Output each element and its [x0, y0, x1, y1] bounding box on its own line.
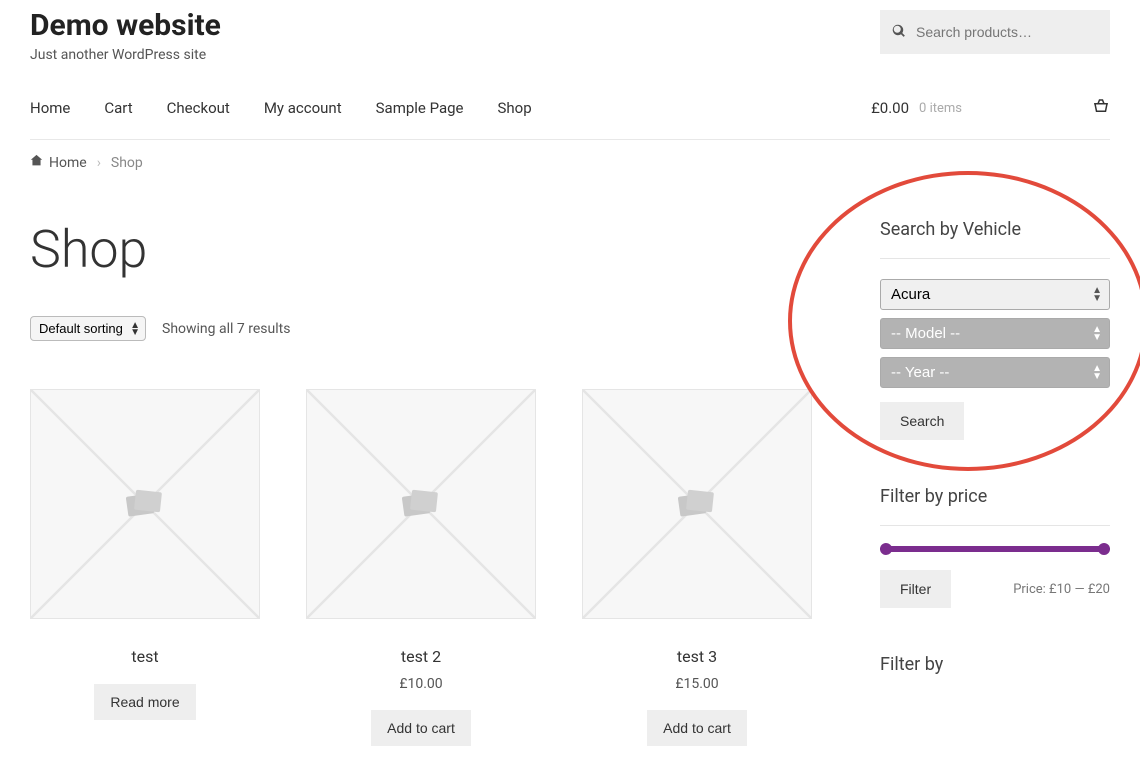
- product-price: £15.00: [582, 676, 812, 692]
- search-input[interactable]: [916, 24, 1098, 40]
- product-name: test 3: [582, 647, 812, 666]
- product-card[interactable]: test Read more: [30, 389, 260, 746]
- vehicle-model-select[interactable]: -- Model --: [880, 318, 1110, 349]
- primary-nav: Home Cart Checkout My account Sample Pag…: [30, 97, 1110, 140]
- product-placeholder-image[interactable]: [306, 389, 536, 619]
- breadcrumb-current: Shop: [111, 155, 143, 171]
- nav-checkout[interactable]: Checkout: [167, 99, 230, 117]
- filter-by-widget: Filter by: [880, 654, 1110, 675]
- search-icon: [892, 23, 916, 42]
- breadcrumb-home-label: Home: [49, 155, 87, 171]
- breadcrumb: Home › Shop: [30, 140, 1110, 185]
- page-title: Shop: [30, 219, 834, 280]
- price-range-label: Price: £10 — £20: [1013, 582, 1110, 597]
- nav-cart[interactable]: Cart: [104, 99, 132, 117]
- cart-item-count: 0 items: [919, 101, 962, 116]
- vehicle-year-select[interactable]: -- Year --: [880, 357, 1110, 388]
- nav-home[interactable]: Home: [30, 99, 70, 117]
- cart-summary[interactable]: £0.00 0 items: [871, 97, 1110, 119]
- filter-by-price-widget: Filter by price Filter Price: £10 — £20: [880, 486, 1110, 608]
- sidebar: Search by Vehicle Acura ▲▼ -- Model -- ▲…: [880, 219, 1110, 746]
- widget-title: Search by Vehicle: [880, 219, 1110, 240]
- read-more-button[interactable]: Read more: [94, 684, 195, 720]
- site-branding: Demo website Just another WordPress site: [30, 8, 221, 63]
- breadcrumb-home[interactable]: Home: [30, 154, 87, 171]
- image-placeholder-icon: [125, 489, 165, 519]
- product-placeholder-image[interactable]: [582, 389, 812, 619]
- cart-amount: £0.00: [871, 99, 909, 117]
- widget-divider: [880, 258, 1110, 259]
- add-to-cart-button[interactable]: Add to cart: [647, 710, 747, 746]
- site-tagline: Just another WordPress site: [30, 47, 221, 63]
- home-icon: [30, 154, 43, 171]
- slider-handle-min[interactable]: [880, 543, 892, 555]
- add-to-cart-button[interactable]: Add to cart: [371, 710, 471, 746]
- product-card[interactable]: test 3 £15.00 Add to cart: [582, 389, 812, 746]
- widget-title: Filter by: [880, 654, 1110, 675]
- widget-divider: [880, 525, 1110, 526]
- site-title[interactable]: Demo website: [30, 8, 221, 43]
- sorting-select[interactable]: Default sorting: [30, 316, 146, 341]
- breadcrumb-separator: ›: [97, 155, 101, 171]
- product-search[interactable]: [880, 10, 1110, 54]
- product-price: £10.00: [306, 676, 536, 692]
- product-placeholder-image[interactable]: [30, 389, 260, 619]
- search-by-vehicle-widget: Search by Vehicle Acura ▲▼ -- Model -- ▲…: [880, 219, 1110, 440]
- image-placeholder-icon: [677, 489, 717, 519]
- product-card[interactable]: test 2 £10.00 Add to cart: [306, 389, 536, 746]
- basket-icon: [1092, 97, 1110, 119]
- product-name: test 2: [306, 647, 536, 666]
- slider-handle-max[interactable]: [1098, 543, 1110, 555]
- nav-my-account[interactable]: My account: [264, 99, 342, 117]
- image-placeholder-icon: [401, 489, 441, 519]
- main-content: Shop Default sorting ▲▼ Showing all 7 re…: [30, 219, 834, 746]
- nav-shop[interactable]: Shop: [498, 99, 532, 117]
- vehicle-search-button[interactable]: Search: [880, 402, 964, 440]
- nav-sample-page[interactable]: Sample Page: [376, 99, 464, 117]
- price-filter-button[interactable]: Filter: [880, 570, 951, 608]
- vehicle-make-select[interactable]: Acura: [880, 279, 1110, 310]
- sorting-select-wrap[interactable]: Default sorting ▲▼: [30, 316, 146, 341]
- price-slider[interactable]: [880, 546, 1110, 552]
- product-name: test: [30, 647, 260, 666]
- widget-title: Filter by price: [880, 486, 1110, 507]
- result-count: Showing all 7 results: [162, 321, 290, 337]
